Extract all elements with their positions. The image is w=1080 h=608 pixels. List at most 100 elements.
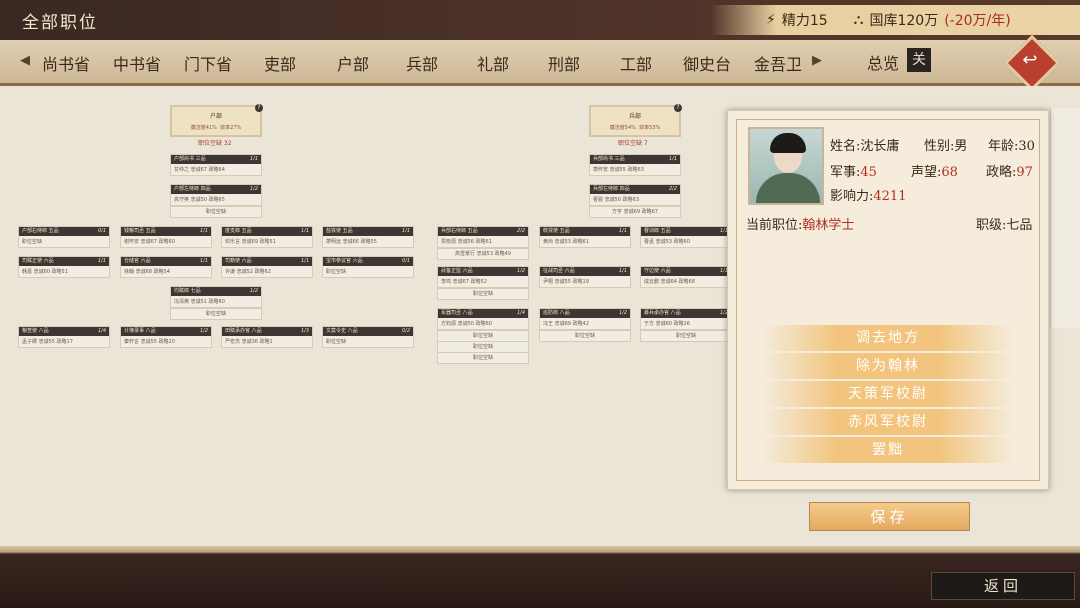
position-title: 守边使 六品 [641, 267, 731, 276]
transfer-local-button[interactable]: 调去地方 [763, 325, 1013, 351]
position-node[interactable]: 兵部左侍郎 四品 2/2 曹骏 忠诚50 政略63 [589, 184, 681, 206]
tab-bingbu[interactable]: 兵部 [406, 51, 438, 75]
position-node[interactable]: 盐铁使 五品 1/1 萧明远 忠诚66 政略55 [322, 226, 414, 248]
position-slot[interactable]: 高雪景行 忠诚53 政略49 [437, 248, 529, 260]
position-title: 文案令史 八品 [323, 327, 413, 336]
dept-title: 户部 [209, 113, 222, 120]
official-info: 冯王 忠诚69 政略42 [543, 321, 589, 327]
position-node[interactable]: 巡防郎 八品 1/2 冯王 忠诚69 政略42 [539, 308, 631, 330]
position-node[interactable]: 计簿录事 八品 1/2 秦轩言 忠诚55 政略20 [120, 326, 212, 348]
position-node[interactable]: 田赋承办官 八品 1/3 严宏杰 忠诚36 政略1 [221, 326, 313, 348]
position-node[interactable]: 兵部右侍郎 五品 2/2 贾晓源 忠诚56 政略61 [437, 226, 529, 248]
appoint-hanlin-button[interactable]: 除为翰林 [763, 353, 1013, 379]
position-slot[interactable]: 职位空缺 [437, 352, 529, 364]
position-node[interactable]: 守边使 六品 1/1 成云鹏 忠诚64 政略68 [640, 266, 732, 288]
tab-shangshusheng[interactable]: 尚书省 [42, 51, 90, 75]
official-info: 韩嘉 忠诚60 政略51 [22, 269, 68, 275]
official-info: 方钧源 忠诚50 政略60 [441, 321, 492, 327]
dept-root-hubu[interactable]: 户部 廉洁度41% 效率27% ? [170, 104, 263, 137]
return-button[interactable]: 返回 [931, 572, 1075, 600]
chevron-left-icon[interactable]: ◀ [20, 53, 30, 68]
tab-gongbu[interactable]: 工部 [620, 51, 652, 75]
tab-menxiasheng[interactable]: 门下省 [184, 51, 232, 75]
official-info: 许谦 忠诚52 政略62 [225, 269, 271, 275]
position-title: 统戎使 五品 [540, 227, 630, 236]
official-info: 李鸣 忠诚67 政略52 [441, 279, 487, 285]
official-info: 曹孟 忠诚53 政略60 [644, 239, 690, 245]
position-title: 盐铁使 五品 [323, 227, 413, 236]
official-info: 冯清英 忠诚51 政略60 [174, 299, 225, 305]
position-title: 田赋承办官 八品 [222, 327, 312, 336]
slot-count: 1/1 [618, 268, 627, 274]
save-button[interactable]: 保存 [809, 502, 970, 531]
position-slot[interactable]: 方宇 忠诚69 政略67 [589, 206, 681, 218]
position-title: 户部左侍郎 四品 [171, 185, 261, 194]
treasury-icon: ⛬ [853, 12, 864, 28]
position-node[interactable]: 武备正监 六品 1/2 李鸣 忠诚67 政略52 [437, 266, 529, 288]
prestige-field: 声望:68 [911, 165, 958, 180]
position-title: 督训郎 五品 [641, 227, 731, 236]
efficiency-stat: 效率27% [220, 125, 242, 131]
official-info: 职位空缺 [205, 209, 226, 215]
position-node[interactable]: 兵部尚书 三品 1/1 萧怀安 忠诚55 政略63 [589, 154, 681, 176]
politics-field: 政略:97 [986, 165, 1033, 180]
position-node[interactable]: 均赋郎 七品 1/2 冯清英 忠诚51 政略60 [170, 286, 262, 308]
tab-xingbu[interactable]: 刑部 [548, 51, 580, 75]
tiance-captain-button[interactable]: 天策军校尉 [763, 381, 1013, 407]
tab-hubu[interactable]: 户部 [337, 51, 369, 75]
tab-yushitai[interactable]: 御史台 [683, 51, 731, 75]
position-node[interactable]: 户部左侍郎 四品 1/2 高守英 忠诚50 政略65 [170, 184, 262, 206]
position-slot[interactable]: 职位空缺 [640, 330, 732, 342]
position-title: 兵部左侍郎 四品 [590, 185, 680, 194]
position-slot[interactable]: 职位空缺 [170, 206, 262, 218]
overview-label[interactable]: 总览 [867, 50, 899, 74]
position-node[interactable]: 募兵承办官 八品 1/2 于方 忠诚60 政略26 [640, 308, 732, 330]
tab-zhongshusheng[interactable]: 中书省 [113, 51, 161, 75]
close-icon[interactable]: 关 [907, 48, 931, 72]
official-info: 职位空缺 [205, 311, 226, 317]
position-node[interactable]: 司赋正使 六品 1/1 韩嘉 忠诚60 政略51 [18, 256, 110, 278]
official-info: 萧明远 忠诚66 政略55 [326, 239, 377, 245]
position-node[interactable]: 军器司丞 八品 1/4 方钧源 忠诚50 政略60 [437, 308, 529, 330]
dismiss-button[interactable]: 罢黜 [763, 437, 1013, 463]
position-slot[interactable]: 职位空缺 [437, 288, 529, 300]
position-node[interactable]: 度支郎 五品 1/1 邓乐言 忠诚69 政略51 [221, 226, 313, 248]
position-node[interactable]: 文案令史 八品 0/2 职位空缺 [322, 326, 414, 348]
position-node[interactable]: 户部右侍郎 五品 0/1 职位空缺 [18, 226, 110, 248]
tab-libu-personnel[interactable]: 吏部 [264, 51, 296, 75]
slot-count: 0/1 [401, 258, 410, 264]
info-icon[interactable]: ? [255, 104, 263, 112]
official-info: 徐翰 忠诚68 政略54 [124, 269, 170, 275]
position-slot[interactable]: 职位空缺 [539, 330, 631, 342]
position-node[interactable]: 粮查使 八品 1/4 孟子卿 忠诚55 政略17 [18, 326, 110, 348]
position-node[interactable]: 钱粮司丞 五品 1/1 谢怀安 忠诚67 政略60 [120, 226, 212, 248]
position-title: 司籍使 六品 [222, 257, 312, 266]
official-info: 曹骏 忠诚50 政略63 [593, 197, 639, 203]
chevron-right-icon[interactable]: ▶ [812, 53, 822, 68]
position-field: 当前职位:翰林学士 [746, 218, 855, 233]
position-node[interactable]: 户部尚书 三品 1/1 甘仲之 忠诚67 政略64 [170, 154, 262, 176]
chifeng-captain-button[interactable]: 赤风军校尉 [763, 409, 1013, 435]
name-field: 姓名:沈长庸 [830, 139, 900, 154]
tab-libu-rites[interactable]: 礼部 [477, 51, 509, 75]
slot-count: 1/1 [199, 258, 208, 264]
integrity-stat: 廉洁度41% [190, 125, 217, 131]
integrity-stat: 廉洁度54% [609, 125, 636, 131]
position-title: 粮查使 八品 [19, 327, 109, 336]
position-slot[interactable]: 职位空缺 [170, 308, 262, 320]
position-node[interactable]: 司籍使 六品 1/1 许谦 忠诚52 政略62 [221, 256, 313, 278]
info-icon[interactable]: ? [674, 104, 682, 112]
slot-count: 1/1 [300, 258, 309, 264]
position-title: 巡防郎 八品 [540, 309, 630, 318]
slot-count: 1/4 [516, 310, 525, 316]
position-node[interactable]: 宝市参议官 六品 0/1 职位空缺 [322, 256, 414, 278]
position-node[interactable]: 督训郎 五品 1/1 曹孟 忠诚53 政略60 [640, 226, 732, 248]
position-node[interactable]: 统戎使 五品 1/1 黄尚 忠诚53 政略61 [539, 226, 631, 248]
tab-jinwuwei[interactable]: 金吾卫 [754, 51, 802, 75]
position-node[interactable]: 仓储官 六品 1/1 徐翰 忠诚68 政略54 [120, 256, 212, 278]
official-info: 成云鹏 忠诚64 政略68 [644, 279, 695, 285]
slot-count: 1/2 [199, 328, 208, 334]
position-node[interactable]: 征战司丞 六品 1/1 尹桐 忠诚55 政略19 [539, 266, 631, 288]
position-title: 户部右侍郎 五品 [19, 227, 109, 236]
dept-root-bingbu[interactable]: 兵部 廉洁度54% 效率53% ? [589, 104, 682, 137]
